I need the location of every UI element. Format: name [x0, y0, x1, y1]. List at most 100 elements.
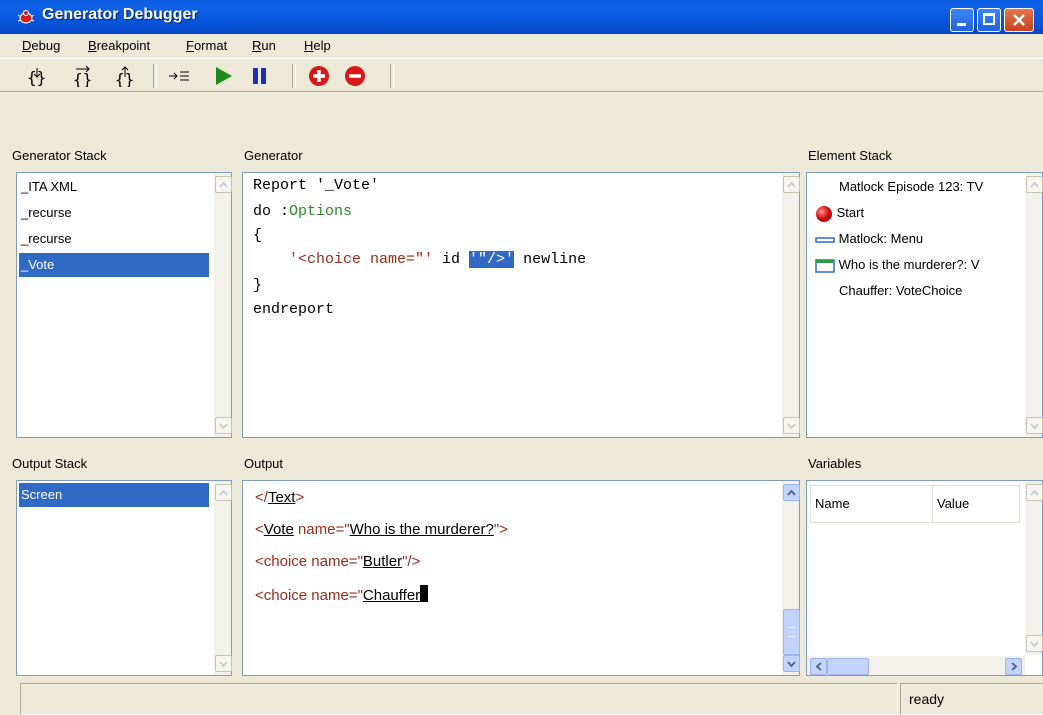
chevron-left-icon: [815, 662, 822, 671]
list-item[interactable]: _ITA XML: [19, 175, 209, 199]
vertical-scrollbar[interactable]: [782, 481, 800, 675]
scroll-up-button[interactable]: [1026, 176, 1043, 193]
window-title: Generator Debugger: [42, 6, 198, 23]
minimize-button[interactable]: [950, 8, 974, 32]
tree-item[interactable]: Who is the murderer?: V: [815, 253, 980, 277]
list-item-selected[interactable]: _Vote: [19, 253, 209, 277]
chevron-up-icon: [1030, 181, 1039, 187]
step-out-button[interactable]: {}: [112, 64, 138, 88]
scroll-right-button[interactable]: [1005, 658, 1022, 675]
vertical-scrollbar[interactable]: [214, 173, 232, 437]
menu-format[interactable]: Format: [186, 38, 227, 53]
output-view[interactable]: </Text> <Vote name="Who is the murderer?…: [242, 480, 800, 676]
close-icon: [1013, 14, 1025, 26]
maximize-icon: [983, 13, 995, 25]
output-line: <choice name="Chauffer: [255, 585, 429, 604]
toolbar-separator: [153, 64, 157, 88]
chevron-down-icon: [1030, 641, 1039, 647]
scroll-up-button[interactable]: [1026, 484, 1043, 501]
vote-window-icon: [815, 258, 835, 273]
menu-breakpoint[interactable]: Breakpoint: [88, 38, 150, 53]
generator-stack-label: Generator Stack: [12, 148, 107, 163]
variables-table[interactable]: Name Value: [806, 480, 1043, 676]
step-over-icon: {}: [73, 65, 92, 87]
menu-help[interactable]: Help: [304, 38, 331, 53]
code-line: Report '_Vote': [253, 177, 380, 194]
step-into-icon: {}: [27, 68, 46, 87]
run-to-cursor-button[interactable]: [166, 64, 192, 88]
scroll-down-button[interactable]: [783, 655, 800, 672]
add-breakpoint-icon: [309, 66, 329, 86]
bug-icon: [17, 10, 35, 24]
minimize-icon: [957, 23, 966, 26]
menu-icon: [815, 236, 835, 243]
tree-item[interactable]: Matlock Episode 123: TV: [839, 175, 983, 199]
variables-label: Variables: [808, 456, 862, 471]
code-line: do :Options: [253, 203, 353, 220]
status-bar: ready: [0, 683, 1043, 715]
code-line: }: [253, 277, 263, 294]
chevron-up-icon: [787, 181, 796, 187]
vertical-scrollbar[interactable]: [214, 481, 232, 675]
scroll-down-button[interactable]: [783, 417, 800, 434]
scroll-thumb[interactable]: [783, 609, 800, 655]
maximize-button[interactable]: [977, 8, 1001, 32]
vertical-scrollbar[interactable]: [782, 173, 800, 437]
toolbar-separator: [292, 64, 296, 88]
pause-button[interactable]: [246, 64, 272, 88]
column-header-name[interactable]: Name: [810, 485, 934, 523]
tree-item[interactable]: Chauffer: VoteChoice: [839, 279, 962, 303]
output-label: Output: [244, 456, 284, 471]
remove-breakpoint-button[interactable]: [342, 64, 368, 88]
tree-item[interactable]: Matlock: Menu: [815, 227, 923, 251]
element-stack-label: Element Stack: [808, 148, 892, 163]
add-breakpoint-button[interactable]: [306, 64, 332, 88]
generator-stack-list[interactable]: _ITA XML _recurse _recurse _Vote: [16, 172, 232, 438]
tree-item[interactable]: Start: [815, 201, 864, 225]
status-message-cell: [20, 683, 898, 715]
menu-debug[interactable]: Debug: [22, 38, 60, 53]
chevron-down-icon: [219, 661, 228, 667]
column-header-value[interactable]: Value: [932, 485, 1020, 523]
chevron-up-icon: [219, 489, 228, 495]
scroll-down-button[interactable]: [215, 417, 232, 434]
scroll-up-button[interactable]: [215, 484, 232, 501]
list-item[interactable]: _recurse: [19, 227, 209, 251]
scroll-down-button[interactable]: [1026, 417, 1043, 434]
list-item[interactable]: _recurse: [19, 201, 209, 225]
code-line: {: [253, 227, 263, 244]
scroll-left-button[interactable]: [810, 658, 827, 675]
output-line: <choice name="Butler"/>: [255, 553, 421, 570]
status-state-cell: ready: [900, 683, 1043, 715]
generator-label: Generator: [244, 148, 303, 163]
horizontal-scrollbar[interactable]: [807, 656, 1025, 675]
step-into-button[interactable]: {}: [24, 64, 50, 88]
remove-breakpoint-icon: [345, 66, 365, 86]
svg-text:{}: {}: [73, 70, 92, 87]
step-over-button[interactable]: {}: [70, 64, 96, 88]
output-line: </Text>: [255, 489, 305, 506]
scroll-down-button[interactable]: [215, 655, 232, 672]
menu-run[interactable]: Run: [252, 38, 276, 53]
scroll-thumb[interactable]: [827, 658, 869, 675]
highlighted-token: '"/>': [469, 251, 515, 268]
chevron-down-icon: [787, 660, 796, 667]
chevron-right-icon: [1010, 662, 1017, 671]
element-stack-tree[interactable]: Matlock Episode 123: TV Start Matlock: M…: [806, 172, 1043, 438]
chevron-down-icon: [787, 423, 796, 429]
start-ball-icon: [816, 205, 832, 222]
scroll-up-button[interactable]: [215, 176, 232, 193]
scroll-down-button[interactable]: [1026, 635, 1043, 652]
generator-editor[interactable]: Report '_Vote' do :Options { '<choice na…: [242, 172, 800, 438]
vertical-scrollbar[interactable]: [1025, 173, 1043, 437]
title-bar: Generator Debugger: [0, 0, 1043, 34]
run-button[interactable]: [210, 64, 236, 88]
output-stack-list[interactable]: Screen: [16, 480, 232, 676]
text-cursor: [420, 585, 429, 602]
run-icon: [216, 67, 232, 85]
scroll-up-button[interactable]: [783, 176, 800, 193]
scroll-up-button[interactable]: [783, 484, 800, 501]
list-item-selected[interactable]: Screen: [19, 483, 209, 507]
close-button[interactable]: [1004, 8, 1034, 32]
vertical-scrollbar[interactable]: [1025, 481, 1043, 655]
